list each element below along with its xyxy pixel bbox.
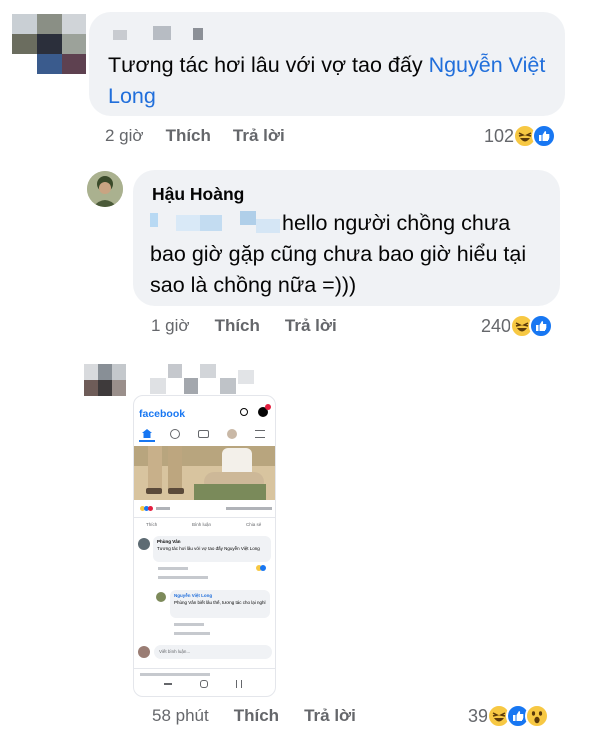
mini-author: Nguyễn Việt Long — [174, 593, 213, 598]
mini-view-replies[interactable] — [174, 632, 210, 635]
recent-apps-icon[interactable] — [236, 680, 242, 688]
comment-text: hello người chồng chưa bao giờ gặp cũng … — [150, 211, 527, 297]
mini-bubble: Nguyễn Việt Long Phùng Vân biết lâu thế,… — [170, 590, 270, 618]
author-name-blurred[interactable] — [150, 364, 254, 394]
notification-badge — [265, 404, 271, 410]
avatar-blurred[interactable] — [12, 14, 86, 74]
comment-actions: 1 giờ Thích Trả lời — [151, 316, 337, 336]
mini-bubble: Phùng Vân Tương tác hơi lâu với vợ tao đ… — [153, 536, 271, 562]
video-icon[interactable] — [198, 430, 209, 438]
reply-button[interactable]: Trả lời — [285, 316, 337, 336]
mini-text: Tương tác hơi lâu với vợ tao đấy Nguyễn … — [157, 546, 260, 551]
comment-action[interactable]: Bình luận — [192, 522, 211, 528]
search-icon — [240, 408, 248, 416]
home-button-icon[interactable] — [200, 680, 208, 688]
like-action[interactable]: Thích — [146, 522, 157, 528]
mini-avatar — [156, 592, 166, 602]
mini-view-replies[interactable] — [158, 576, 208, 579]
back-icon[interactable] — [164, 683, 172, 685]
avatar[interactable] — [87, 171, 123, 207]
mini-composer-placeholder: Viết bình luận... — [159, 649, 191, 654]
timestamp[interactable]: 2 giờ — [105, 126, 144, 146]
reaction-count: 102 — [484, 125, 515, 146]
mini-avatar — [138, 646, 150, 658]
reaction-count: 240 — [481, 315, 512, 336]
timestamp[interactable]: 1 giờ — [151, 316, 190, 336]
comment-actions: 2 giờ Thích Trả lời — [105, 126, 285, 146]
mini-avatar — [138, 538, 150, 550]
comment-actions: 58 phút Thích Trả lời — [152, 706, 356, 726]
author-name-blurred[interactable] — [113, 26, 233, 42]
mini-actions — [174, 623, 204, 626]
reaction-summary[interactable]: 240 — [481, 314, 554, 338]
timestamp[interactable]: 58 phút — [152, 706, 209, 726]
like-button[interactable]: Thích — [215, 316, 260, 336]
profile-icon[interactable] — [227, 429, 237, 439]
like-button[interactable]: Thích — [234, 706, 279, 726]
mini-text: Phùng Vân biết lâu thế, tương tác cho lạ… — [174, 600, 266, 605]
reaction-summary[interactable]: 39 — [468, 704, 550, 728]
comment-bubble: Tương tác hơi lâu với vợ tao đấy Nguyễn … — [89, 12, 565, 116]
reply-button[interactable]: Trả lời — [233, 126, 285, 146]
menu-icon[interactable] — [255, 430, 265, 438]
friends-icon[interactable] — [170, 429, 180, 439]
post-stats — [134, 504, 275, 514]
wow-icon — [525, 704, 550, 728]
mini-composer[interactable]: Viết bình luận... — [138, 644, 272, 660]
mini-actions — [158, 567, 188, 570]
mini-author: Phùng Vân — [157, 539, 181, 544]
comment-text: Tương tác hơi lâu với vợ tao đấy Nguyễn … — [108, 53, 546, 108]
reaction-summary[interactable]: 102 — [484, 124, 557, 148]
post-actions: Thích Bình luận Chia sẻ — [134, 517, 275, 529]
author-name[interactable]: Hậu Hoàng — [152, 184, 244, 205]
attached-screenshot[interactable]: facebook Thích Bình luận Chia sẻ Phùng V… — [133, 395, 276, 697]
comment-bubble: Hậu Hoàng hello người chồng chưa bao giờ… — [133, 170, 560, 306]
home-underline — [139, 440, 155, 442]
avatar-blurred[interactable] — [84, 364, 126, 396]
like-button[interactable]: Thích — [166, 126, 211, 146]
home-icon[interactable] — [142, 429, 152, 438]
reaction-count: 39 — [468, 705, 489, 726]
share-action[interactable]: Chia sẻ — [246, 522, 261, 528]
like-icon — [529, 314, 554, 338]
reply-button[interactable]: Trả lời — [304, 706, 356, 726]
nav-bar — [134, 426, 275, 442]
like-icon — [532, 124, 557, 148]
post-photo[interactable] — [134, 446, 275, 500]
mini-bottom-bar — [134, 668, 275, 696]
facebook-logo: facebook — [139, 408, 186, 420]
